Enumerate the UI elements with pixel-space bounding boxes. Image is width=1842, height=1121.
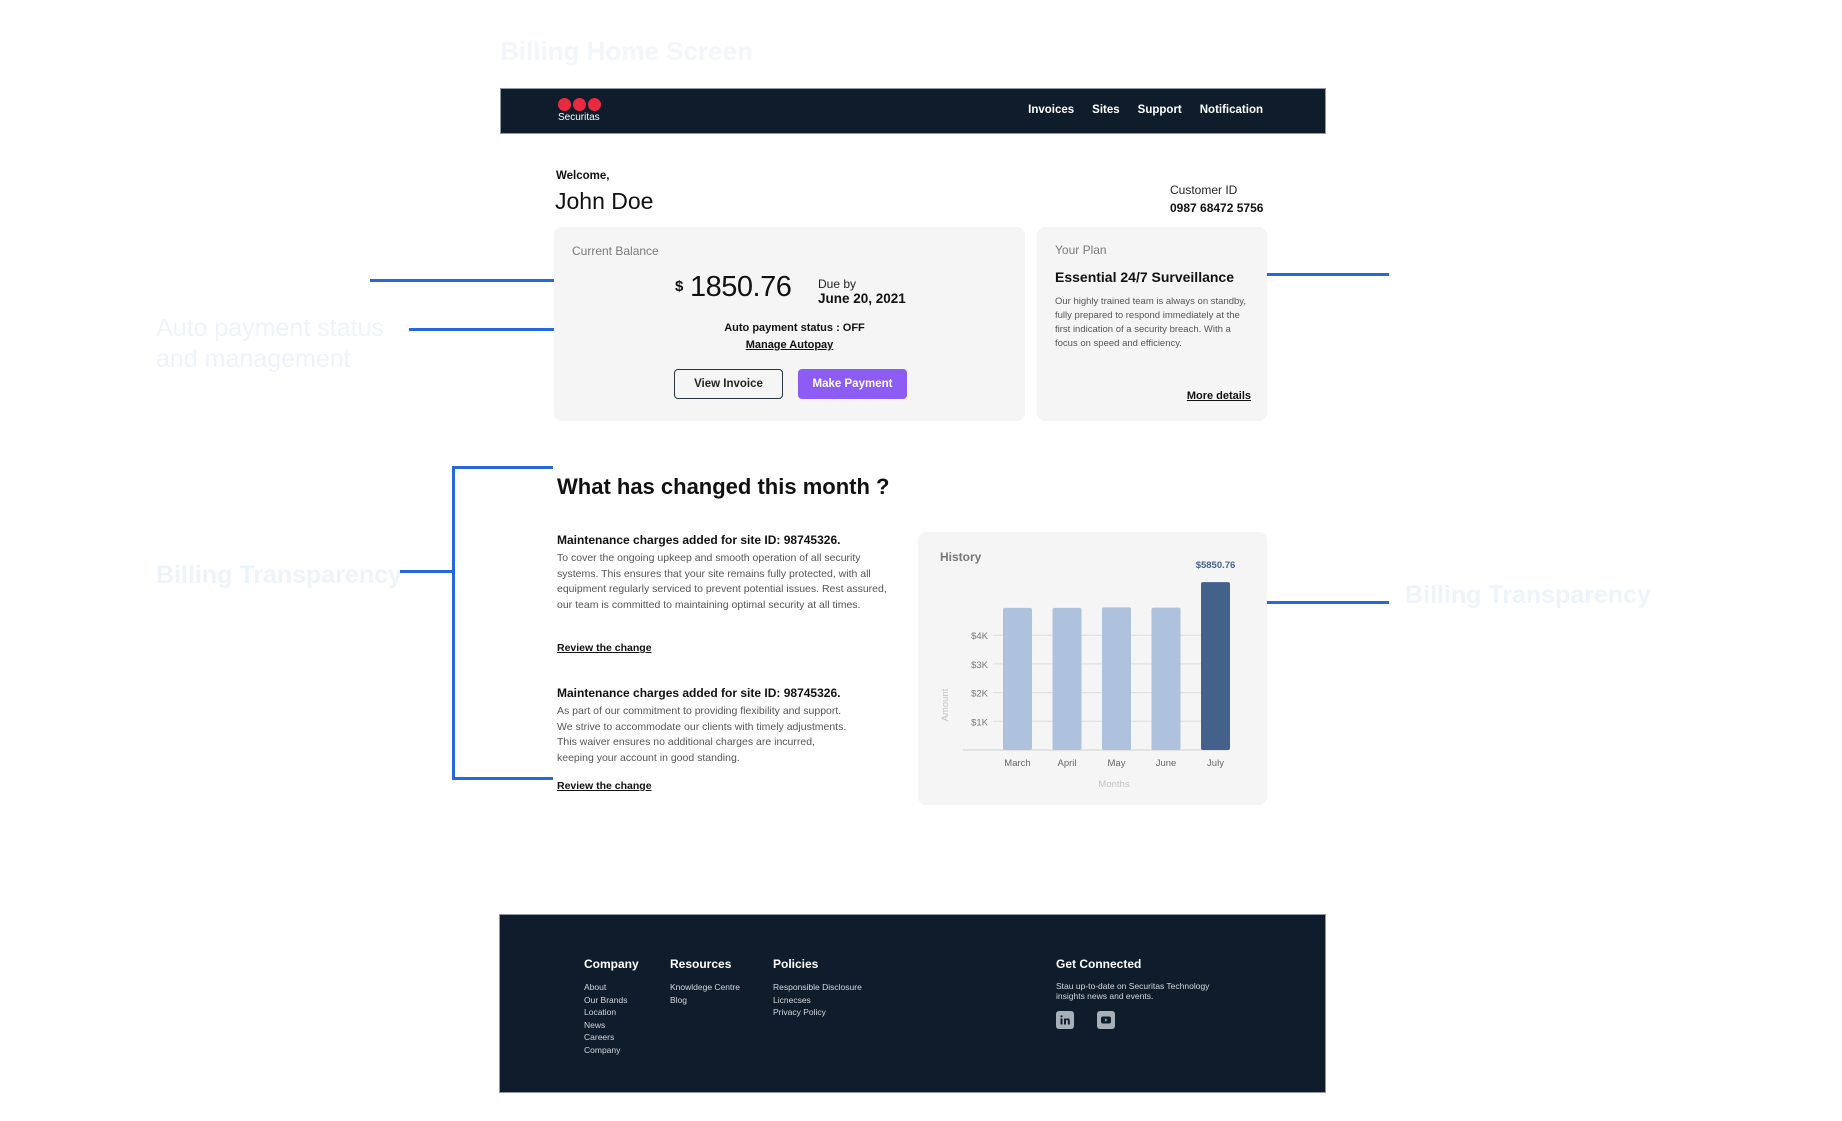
nav-notification[interactable]: Notification [1200,104,1263,116]
annotation-autopay: Auto payment status and management [156,314,384,373]
footer-link-our-brands[interactable]: Our Brands [584,994,639,1007]
footer-link-blog[interactable]: Blog [670,994,740,1007]
due-date: June 20, 2021 [818,291,906,306]
footer-link-careers[interactable]: Careers [584,1031,639,1044]
x-tick-label: June [1156,758,1177,769]
footer-heading: Get Connected [1056,957,1142,971]
user-name: John Doe [555,188,654,214]
y-axis-title: Amount [940,688,951,721]
review-change-link[interactable]: Review the change [557,642,652,654]
y-tick-label: $4K [971,631,989,642]
bar-data-label: $5850.76 [1196,560,1236,571]
footer-link-about[interactable]: About [584,981,639,994]
change-item-description: To cover the ongoing upkeep and smooth o… [557,552,887,611]
change-item-description: As part of our commitment to providing f… [557,705,847,764]
balance-amount: 1850.76 [690,271,792,303]
callout-line-plan [1250,273,1389,276]
plan-description: Our highly trained team is always on sta… [1055,296,1246,349]
history-chart-card: History $1K $2K $3K $4K March April May June Jul… [918,532,1267,805]
footer-get-connected: Get Connected Stau up-to-date on Securit… [1056,957,1226,1029]
get-connected-text: Stau up-to-date on Securitas Technology … [1056,981,1210,1001]
footer-link-company[interactable]: Company [584,1044,639,1057]
logo-dots-icon [558,98,601,111]
customer-id-label: Customer ID [1170,183,1238,197]
change-item-title: Maintenance charges added for site ID: 9… [557,533,841,547]
youtube-icon[interactable] [1097,1011,1115,1029]
changes-section-title: What has changed this month ? [557,474,890,499]
view-invoice-button[interactable]: View Invoice [674,369,783,399]
footer-heading: Company [584,957,639,971]
customer-id-value: 0987 68472 5756 [1170,201,1264,215]
nav-support[interactable]: Support [1138,104,1182,116]
bar-july [1201,582,1230,750]
y-tick-label: $2K [971,689,989,700]
footer: Company About Our Brands Location News C… [499,914,1326,1093]
x-tick-label: July [1207,758,1224,769]
annotation-transparency-left: Billing Transparency [156,561,402,589]
footer-link-knowledge-centre[interactable]: Knowldege Centre [670,981,740,994]
logo-text: Securitas [558,112,600,123]
footer-link-licenses[interactable]: Licnecses [773,994,862,1007]
nav-sites[interactable]: Sites [1092,104,1120,116]
frame-title: Billing Home Screen [500,36,753,66]
footer-link-news[interactable]: News [584,1019,639,1032]
linkedin-icon[interactable] [1056,1011,1074,1029]
bar-june [1151,607,1181,750]
footer-heading: Resources [670,957,732,971]
more-details-link[interactable]: More details [1187,390,1251,402]
review-change-link[interactable]: Review the change [557,780,652,792]
footer-link-responsible-disclosure[interactable]: Responsible Disclosure [773,981,862,994]
y-tick-label: $1K [971,717,989,728]
x-axis-title: Months [1098,779,1129,790]
bracket-transparency-top [452,466,553,469]
footer-column-company: Company About Our Brands Location News C… [584,957,639,1057]
x-tick-label: April [1057,758,1076,769]
footer-link-location[interactable]: Location [584,1006,639,1019]
make-payment-button[interactable]: Make Payment [798,369,907,399]
footer-column-resources: Resources Knowldege Centre Blog [670,957,740,1006]
top-nav-bar: Securitas Invoices Sites Support Notific… [500,88,1326,134]
callout-line-transparency-right [1255,601,1389,604]
bracket-transparency-vertical [452,466,455,780]
x-tick-label: March [1004,758,1030,769]
history-bar-chart: $1K $2K $3K $4K March April May June July $5850.7… [940,560,1236,790]
footer-heading: Policies [773,957,819,971]
current-balance-card: Current Balance $ 1850.76 Due by June 20… [554,227,1025,421]
main-nav: Invoices Sites Support Notification [1028,104,1263,116]
manage-autopay-link[interactable]: Manage Autopay [746,339,834,351]
bar-may [1102,607,1131,750]
footer-column-policies: Policies Responsible Disclosure Licnecse… [773,957,862,1019]
due-label: Due by [818,277,857,291]
change-item-title: Maintenance charges added for site ID: 9… [557,686,841,700]
bar-march [1003,607,1032,750]
callout-line-transparency-left [400,570,453,573]
balance-label: Current Balance [572,244,659,258]
autopay-status: Auto payment status : OFF [724,322,865,334]
currency-symbol: $ [675,278,684,295]
annotation-transparency-right: Billing Transparency [1405,581,1651,609]
securitas-logo[interactable]: Securitas [558,98,601,123]
plan-label: Your Plan [1055,243,1107,257]
footer-link-privacy-policy[interactable]: Privacy Policy [773,1006,862,1019]
your-plan-card: Your Plan Essential 24/7 Surveillance Ou… [1037,227,1267,421]
bar-april [1052,607,1082,750]
nav-invoices[interactable]: Invoices [1028,104,1074,116]
welcome-greeting: Welcome, [556,170,610,182]
social-links [1056,1011,1226,1029]
bracket-transparency-bottom [452,777,553,780]
plan-name: Essential 24/7 Surveillance [1055,269,1234,285]
x-tick-label: May [1108,758,1126,769]
y-tick-label: $3K [971,660,989,671]
